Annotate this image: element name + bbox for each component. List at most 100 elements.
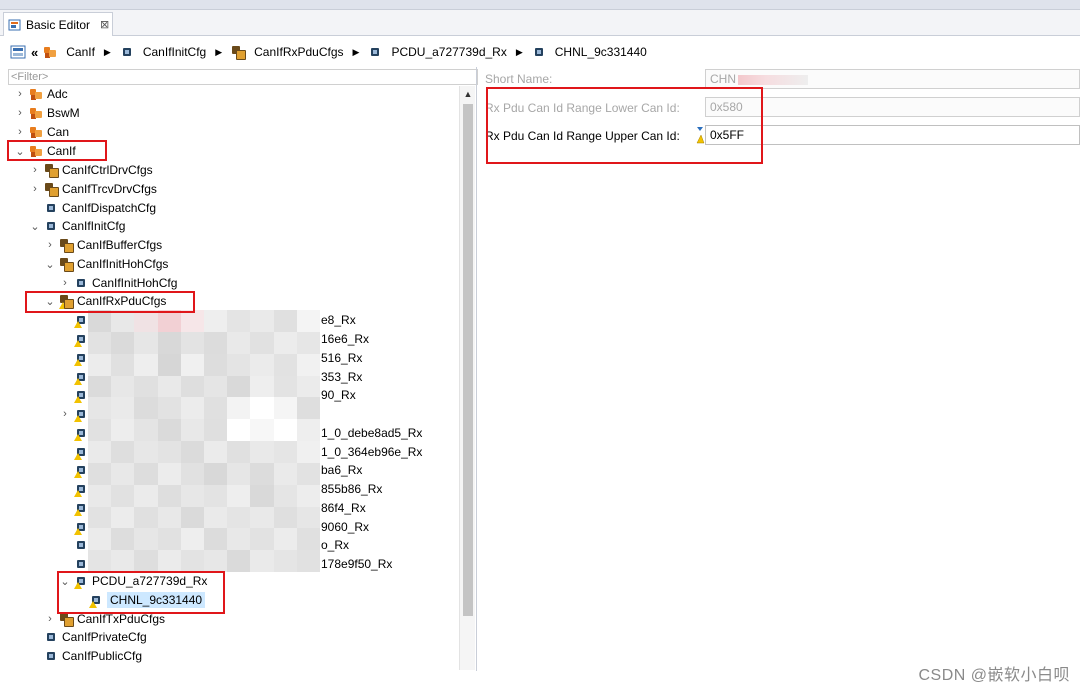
tree-item-pcdu[interactable]: ⌄ PCDU_a727739d_Rx xyxy=(59,572,207,590)
tree-item-dispatch[interactable]: CanIfDispatchCfg xyxy=(29,199,156,217)
breadcrumb-item-chnl[interactable]: CHNL_9c331440 xyxy=(532,45,647,59)
container-icon xyxy=(368,45,382,59)
module-icon xyxy=(43,45,57,59)
expand-icon: › xyxy=(48,613,52,625)
container-warning-icon xyxy=(89,593,103,608)
multi-container-icon xyxy=(44,163,59,178)
container-warning-icon xyxy=(74,388,88,403)
container-icon xyxy=(74,557,88,571)
multi-container-icon xyxy=(59,257,74,272)
tree-item-txpdu[interactable]: › CanIfTxPduCfgs xyxy=(44,610,165,628)
tree-item-public[interactable]: CanIfPublicCfg xyxy=(29,647,142,665)
collapse-icon: ⌄ xyxy=(15,145,25,158)
container-warning-icon xyxy=(74,332,88,347)
container-warning-icon xyxy=(74,370,88,385)
container-warning-icon xyxy=(74,445,88,460)
short-name-label: Short Name: xyxy=(485,72,553,86)
container-warning-icon xyxy=(74,351,88,366)
collapse-icon: ⌄ xyxy=(30,220,40,233)
container-warning-icon xyxy=(74,463,88,478)
container-warning-icon xyxy=(74,501,88,516)
container-icon xyxy=(44,649,58,663)
container-icon xyxy=(44,630,58,644)
breadcrumb-separator-icon: ▶ xyxy=(103,46,111,57)
breadcrumb-item-canifrxpducfgs[interactable]: CanIfRxPduCfgs xyxy=(231,45,344,60)
properties-panel: Short Name: CHN Rx Pdu Can Id Range Lowe… xyxy=(477,67,1080,671)
container-icon xyxy=(74,538,88,552)
breadcrumb: « CanIf ▶ CanIfInitCfg ▶ CanIfRxPduCfgs … xyxy=(0,37,1080,67)
short-name-field[interactable]: CHN xyxy=(705,69,1080,89)
multi-container-icon xyxy=(59,612,74,627)
edit-marker-icon xyxy=(696,125,705,147)
tree-item-ctrl[interactable]: › CanIfCtrlDrvCfgs xyxy=(29,161,153,179)
breadcrumb-back-icon[interactable]: « xyxy=(31,45,38,60)
breadcrumb-separator-icon: ▶ xyxy=(352,46,360,57)
tree-item-can[interactable]: › Can xyxy=(14,123,69,141)
scrollbar-thumb[interactable] xyxy=(463,104,473,616)
tree-item-trcv[interactable]: › CanIfTrcvDrvCfgs xyxy=(29,180,157,198)
multi-container-icon xyxy=(59,238,74,253)
tree-item-canif[interactable]: ⌄ CanIf xyxy=(14,142,75,160)
lower-can-id-label: Rx Pdu Can Id Range Lower Can Id: xyxy=(485,101,680,115)
container-warning-icon xyxy=(74,407,88,422)
collapse-icon: ⌄ xyxy=(45,258,55,271)
tree-item-init[interactable]: ⌄ CanIfInitCfg xyxy=(29,217,125,235)
editor-icon xyxy=(8,19,21,30)
container-warning-icon xyxy=(74,313,88,328)
module-icon xyxy=(29,144,43,158)
collapse-icon: ⌄ xyxy=(45,295,55,308)
tree-item-bswm[interactable]: › BswM xyxy=(14,104,80,122)
module-icon xyxy=(29,87,43,101)
expand-icon: › xyxy=(33,164,37,176)
tree-item-hohcfg[interactable]: › CanIfInitHohCfg xyxy=(59,274,177,292)
module-icon xyxy=(29,125,43,139)
container-warning-icon xyxy=(74,574,88,589)
tab-label: Basic Editor xyxy=(26,17,91,32)
tree-scrollbar[interactable]: ▲ xyxy=(459,86,475,670)
breadcrumb-separator-icon: ▶ xyxy=(215,46,223,57)
container-warning-icon xyxy=(74,520,88,535)
window-top-strip xyxy=(0,0,1080,10)
tree-item-hoh[interactable]: ⌄ CanIfInitHohCfgs xyxy=(44,255,168,273)
container-icon xyxy=(120,45,134,59)
container-icon xyxy=(44,201,58,215)
expand-icon: › xyxy=(63,277,67,289)
expand-icon: › xyxy=(18,88,22,100)
container-warning-icon xyxy=(74,426,88,441)
expand-icon: › xyxy=(18,107,22,119)
editor-view-icon[interactable] xyxy=(10,45,26,59)
multi-container-icon xyxy=(231,45,247,60)
tree-filter-input[interactable]: <Filter> xyxy=(8,69,478,85)
expand-icon: › xyxy=(18,126,22,138)
tab-basic-editor[interactable]: Basic Editor ⊠ xyxy=(3,12,113,36)
redacted-strip xyxy=(738,74,808,85)
multi-container-icon xyxy=(44,182,59,197)
breadcrumb-item-canif[interactable]: CanIf xyxy=(43,45,95,59)
tree-item-adc[interactable]: › Adc xyxy=(14,85,68,103)
module-icon xyxy=(29,106,43,120)
expand-icon: › xyxy=(48,239,52,251)
redacted-mosaic xyxy=(88,310,320,572)
tree-item-rxpdu[interactable]: ⌄ CanIfRxPduCfgs xyxy=(44,292,166,310)
container-warning-icon xyxy=(74,482,88,497)
expand-icon: › xyxy=(33,183,37,195)
tree-item-buffer[interactable]: › CanIfBufferCfgs xyxy=(44,236,162,254)
upper-can-id-label: Rx Pdu Can Id Range Upper Can Id: xyxy=(485,129,680,143)
lower-can-id-field[interactable]: 0x580 xyxy=(705,97,1080,117)
editor-tab-bar: Basic Editor ⊠ xyxy=(0,10,1080,36)
container-icon xyxy=(532,45,546,59)
tree-item-private[interactable]: CanIfPrivateCfg xyxy=(29,628,147,646)
watermark: CSDN @嵌软小白呗 xyxy=(918,667,1070,684)
breadcrumb-item-canifinitcfg[interactable]: CanIfInitCfg xyxy=(120,45,206,59)
container-icon xyxy=(44,219,58,233)
multi-container-warning-icon xyxy=(59,294,74,309)
scroll-up-icon[interactable]: ▲ xyxy=(460,86,476,102)
upper-can-id-field[interactable]: 0x5FF xyxy=(705,125,1080,145)
breadcrumb-item-pcdu[interactable]: PCDU_a727739d_Rx xyxy=(368,45,507,59)
expand-icon: › xyxy=(63,408,67,420)
collapse-icon: ⌄ xyxy=(60,575,70,588)
breadcrumb-separator-icon: ▶ xyxy=(515,46,523,57)
tree-item-chnl[interactable]: CHNL_9c331440 xyxy=(74,591,206,609)
container-icon xyxy=(74,276,88,290)
close-icon[interactable]: ⊠ xyxy=(100,18,109,31)
